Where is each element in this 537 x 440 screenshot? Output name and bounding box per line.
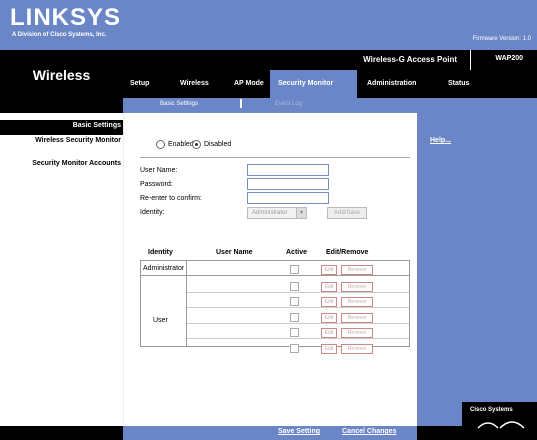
chevron-down-icon: ▾	[296, 208, 306, 218]
add-save-button[interactable]: Add/Save	[327, 207, 367, 219]
footer-left	[0, 426, 123, 440]
tab-status[interactable]: Status	[448, 80, 469, 87]
table-grid-line	[140, 260, 410, 261]
tab-security-monitor[interactable]: Security Monitor	[278, 80, 333, 87]
edit-button[interactable]: Edit	[321, 282, 337, 292]
password-input[interactable]	[247, 178, 329, 190]
col-header-edit-remove: Edit/Remove	[326, 249, 369, 256]
edit-button[interactable]: Edit	[321, 328, 337, 338]
tab-ap-mode[interactable]: AP Mode	[234, 80, 264, 87]
remove-button[interactable]: Remove	[341, 297, 373, 307]
user-name-label: User Name:	[140, 167, 178, 174]
enabled-radio[interactable]	[156, 140, 165, 149]
product-name: Wireless-G Access Point	[363, 55, 457, 64]
table-grid-line	[140, 275, 410, 276]
table-grid-line	[187, 338, 409, 339]
edit-button[interactable]: Edit	[321, 265, 337, 275]
enabled-label: Enabled	[168, 141, 194, 148]
product-divider	[470, 50, 471, 70]
table-grid-line	[187, 323, 409, 324]
tab-wireless[interactable]: Wireless	[180, 80, 209, 87]
col-header-user-name: User Name	[216, 249, 253, 256]
remove-button[interactable]: Remove	[341, 344, 373, 354]
active-checkbox[interactable]	[290, 265, 299, 274]
disabled-label: Disabled	[204, 141, 232, 148]
linksys-logo: LINKSYS	[10, 4, 122, 31]
firmware-version: Firmware Version: 1.0	[472, 36, 531, 42]
password-label: Password:	[140, 181, 173, 188]
reenter-password-input[interactable]	[247, 192, 329, 204]
remove-button[interactable]: Remove	[341, 265, 373, 275]
cisco-bridge-icon	[477, 421, 525, 429]
tab-setup[interactable]: Setup	[130, 80, 149, 87]
table-grid-line	[186, 260, 187, 346]
active-checkbox[interactable]	[290, 328, 299, 337]
table-grid-line	[140, 260, 141, 346]
cancel-changes-button[interactable]: Cancel Changes	[342, 428, 396, 435]
product-model: WAP200	[495, 55, 523, 62]
user-name-input[interactable]	[247, 164, 329, 176]
identity-select-value: Administrator	[252, 210, 288, 216]
logo-tagline: A Division of Cisco Systems, Inc.	[12, 32, 107, 38]
edit-button[interactable]: Edit	[321, 297, 337, 307]
table-grid-line	[187, 307, 409, 308]
row-identity-user: User	[153, 317, 168, 324]
remove-button[interactable]: Remove	[341, 313, 373, 323]
row-identity-administrator: Administrator	[143, 265, 185, 272]
active-checkbox[interactable]	[290, 344, 299, 353]
edit-button[interactable]: Edit	[321, 344, 337, 354]
submenu-divider	[240, 99, 242, 108]
disabled-radio[interactable]	[192, 140, 201, 149]
section-title: Wireless	[32, 67, 91, 83]
left-label-accounts: Security Monitor Accounts	[32, 160, 121, 167]
col-header-active: Active	[286, 249, 308, 256]
reenter-label: Re-enter to confirm:	[140, 195, 202, 202]
active-checkbox[interactable]	[290, 282, 299, 291]
remove-button[interactable]: Remove	[341, 282, 373, 292]
tab-administration[interactable]: Administration	[367, 80, 416, 87]
active-checkbox[interactable]	[290, 313, 299, 322]
divider	[140, 157, 410, 158]
active-checkbox[interactable]	[290, 297, 299, 306]
cisco-logo-text: Cisco Systems	[470, 407, 513, 413]
product-bar	[123, 50, 537, 70]
left-label-security-monitor: Wireless Security Monitor	[35, 137, 121, 144]
subtab-basic-settings[interactable]: Basic Settings	[160, 101, 198, 107]
remove-button[interactable]: Remove	[341, 328, 373, 338]
table-grid-line	[187, 292, 409, 293]
save-setting-button[interactable]: Save Setting	[278, 428, 320, 435]
identity-select[interactable]: Administrator ▾	[247, 207, 307, 219]
left-heading: Basic Settings	[72, 122, 121, 129]
table-grid-line	[409, 260, 410, 346]
help-column	[417, 113, 537, 426]
subtab-event-log[interactable]: Event Log	[275, 101, 302, 107]
col-header-identity: Identity	[148, 249, 173, 256]
identity-label: Identity:	[140, 209, 165, 216]
help-link[interactable]: Help...	[430, 137, 451, 144]
edit-button[interactable]: Edit	[321, 313, 337, 323]
